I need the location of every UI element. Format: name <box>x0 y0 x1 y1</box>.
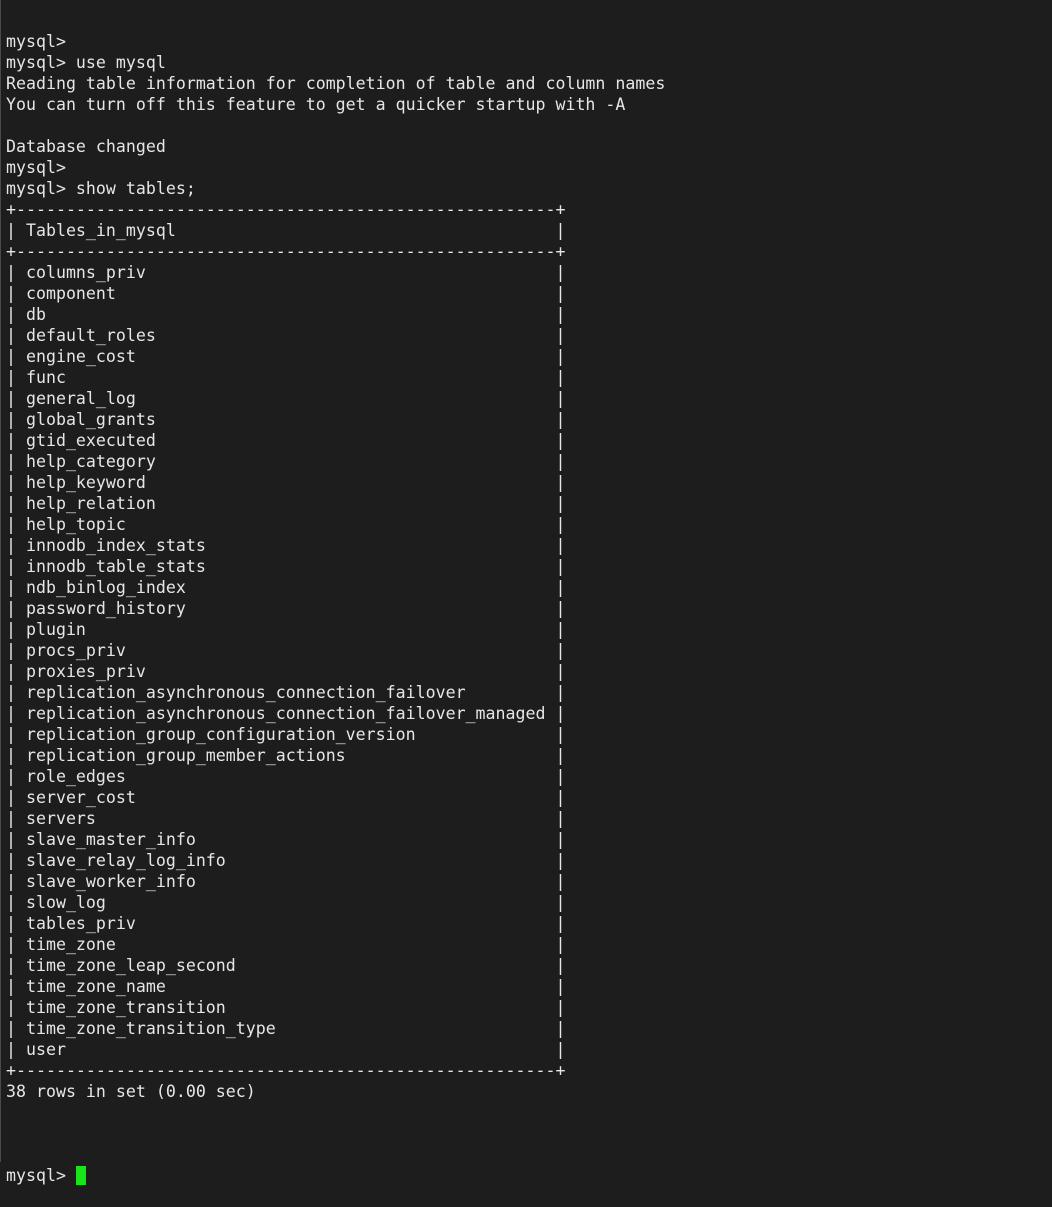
terminal-line: | replication_group_configuration_versio… <box>6 725 566 744</box>
terminal-line: | general_log | <box>6 389 566 408</box>
terminal-line: 38 rows in set (0.00 sec) <box>6 1082 256 1101</box>
terminal-lines: mysql> mysql> use mysql Reading table info… <box>6 31 665 1123</box>
terminal-output: mysql> mysql> use mysql Reading table info… <box>6 0 665 1207</box>
terminal-line: | help_relation | <box>6 494 566 513</box>
terminal-line: +---------------------------------------… <box>6 242 566 261</box>
terminal-line: | role_edges | <box>6 767 566 786</box>
terminal-line: mysql> use mysql <box>6 53 166 72</box>
text-cursor <box>75 1166 86 1185</box>
terminal-line: | slave_relay_log_info | <box>6 851 566 870</box>
terminal-line: | time_zone | <box>6 935 566 954</box>
terminal-line: Reading table information for completion… <box>6 74 666 93</box>
terminal-line: | db | <box>6 305 566 324</box>
terminal-line: | innodb_table_stats | <box>6 557 566 576</box>
terminal-line: | default_roles | <box>6 326 566 345</box>
terminal-line: | help_keyword | <box>6 473 566 492</box>
terminal-line: You can turn off this feature to get a q… <box>6 95 626 114</box>
terminal-line: | columns_priv | <box>6 263 566 282</box>
terminal-line: | replication_asynchronous_connection_fa… <box>6 683 566 702</box>
prompt-text: mysql> <box>6 1166 76 1185</box>
terminal-line: | global_grants | <box>6 410 566 429</box>
terminal-line: | procs_priv | <box>6 641 566 660</box>
terminal-line: | time_zone_name | <box>6 977 566 996</box>
terminal-line: mysql> <box>6 32 66 51</box>
terminal-line: | func | <box>6 368 566 387</box>
terminal-line: | slave_worker_info | <box>6 872 566 891</box>
terminal-line: | time_zone_transition | <box>6 998 566 1017</box>
terminal-line: | time_zone_leap_second | <box>6 956 566 975</box>
terminal-line: | replication_asynchronous_connection_fa… <box>6 704 566 723</box>
terminal-line: | engine_cost | <box>6 347 566 366</box>
terminal-line: | Tables_in_mysql | <box>6 221 566 240</box>
terminal-line: | proxies_priv | <box>6 662 566 681</box>
terminal-line: | ndb_binlog_index | <box>6 578 566 597</box>
terminal-window[interactable]: { "terminal": { "lines": [ "mysql>", "my… <box>0 0 1052 1185</box>
terminal-line: mysql> show tables; <box>6 179 196 198</box>
terminal-line: | password_history | <box>6 599 566 618</box>
terminal-line: +---------------------------------------… <box>6 1061 566 1080</box>
terminal-line: | replication_group_member_actions | <box>6 746 566 765</box>
terminal-line: Database changed <box>6 137 166 156</box>
terminal-line: | help_topic | <box>6 515 566 534</box>
terminal-line: | user | <box>6 1040 566 1059</box>
terminal-line: | gtid_executed | <box>6 431 566 450</box>
terminal-line: | tables_priv | <box>6 914 566 933</box>
terminal-line: | slow_log | <box>6 893 566 912</box>
terminal-line: | plugin | <box>6 620 566 639</box>
terminal-line: | component | <box>6 284 566 303</box>
prompt-line[interactable]: mysql> <box>6 1165 665 1186</box>
terminal-line: | server_cost | <box>6 788 566 807</box>
terminal-line: +---------------------------------------… <box>6 200 566 219</box>
terminal-line: | servers | <box>6 809 566 828</box>
terminal-line: | time_zone_transition_type | <box>6 1019 566 1038</box>
terminal-line: mysql> <box>6 158 66 177</box>
terminal-line: | innodb_index_stats | <box>6 536 566 555</box>
terminal-line: | slave_master_info | <box>6 830 566 849</box>
terminal-line: | help_category | <box>6 452 566 471</box>
